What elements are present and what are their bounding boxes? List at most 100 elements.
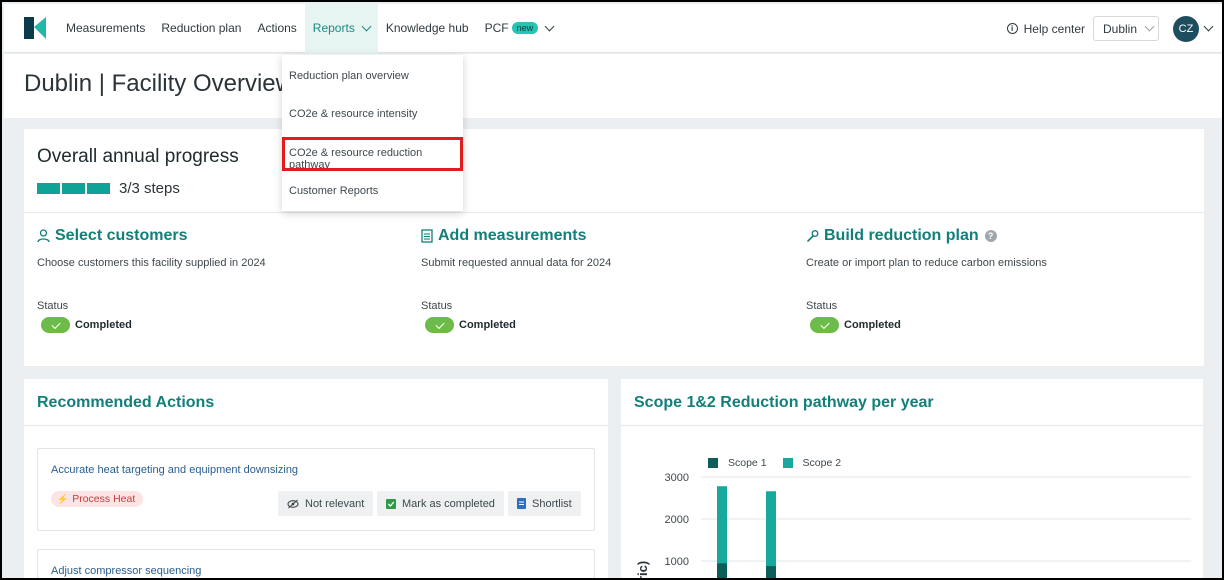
- document-icon: [421, 229, 433, 243]
- chevron-down-icon: [361, 21, 372, 31]
- button-label: Mark as completed: [402, 497, 495, 510]
- task-title[interactable]: Build reduction plan ?: [806, 227, 1176, 245]
- reduction-pathway-card: Scope 1&2 Reduction pathway per year Sco…: [621, 379, 1203, 580]
- task-add-measurements: Add measurements Submit requested annual…: [421, 227, 791, 333]
- y-tick-label: 2000: [665, 514, 689, 526]
- nav-knowledge-hub[interactable]: Knowledge hub: [378, 4, 477, 53]
- nav-measurements[interactable]: Measurements: [58, 4, 153, 53]
- chevron-down-icon[interactable]: [1203, 21, 1214, 32]
- tag-label: Process Heat: [72, 493, 136, 505]
- step-segment: [62, 183, 85, 194]
- task-select-customers: Select customers Choose customers this f…: [37, 227, 407, 333]
- page-title: Dublin | Facility Overview: [24, 70, 293, 97]
- task-description: Create or import plan to reduce carbon e…: [806, 257, 1047, 269]
- nav-right: i Help center Dublin CZ: [1006, 4, 1214, 53]
- nav-actions[interactable]: Actions: [249, 4, 304, 53]
- steps-label: 3/3 steps: [119, 180, 180, 197]
- help-center-link[interactable]: i Help center: [1006, 21, 1085, 36]
- legend-swatch-scope-1: [708, 458, 718, 468]
- legend-label-scope-1: Scope 1: [728, 457, 767, 469]
- status-label: Status: [806, 300, 838, 312]
- page-header: Dublin | Facility Overview: [4, 54, 1222, 118]
- bar-scope-1: [717, 563, 727, 578]
- reduction-pathway-chart: 1000 2000 3000 ric): [635, 472, 1191, 580]
- y-axis-label: ric): [635, 561, 650, 580]
- chart-legend: Scope 1 Scope 2: [708, 457, 857, 469]
- chevron-down-icon: [544, 21, 555, 31]
- process-heat-tag: ⚡ Process Heat: [51, 491, 144, 507]
- facility-select-value: Dublin: [1103, 21, 1138, 36]
- checkbox-icon: [386, 498, 396, 509]
- y-tick-label: 3000: [665, 472, 689, 484]
- status-badge: Completed: [37, 317, 132, 333]
- status-label: Status: [37, 300, 69, 312]
- bolt-icon: ⚡: [57, 493, 69, 504]
- status-label: Status: [421, 300, 453, 312]
- status-text: Completed: [75, 319, 132, 331]
- task-build-reduction-plan: Build reduction plan ? Create or import …: [806, 227, 1176, 333]
- highlight-box: [282, 137, 463, 171]
- task-title[interactable]: Add measurements: [421, 227, 791, 245]
- reports-dropdown-menu: Reduction plan overview CO2e & resource …: [282, 55, 463, 211]
- check-icon: [425, 317, 454, 333]
- shortlist-button[interactable]: Shortlist: [508, 491, 581, 516]
- bar-scope-2: [766, 491, 776, 567]
- not-relevant-button[interactable]: Not relevant: [278, 491, 374, 516]
- avatar[interactable]: CZ: [1173, 15, 1199, 42]
- top-nav: Measurements Reduction plan Actions Repo…: [4, 3, 1222, 53]
- help-icon[interactable]: ?: [984, 230, 997, 242]
- action-title-link[interactable]: Accurate heat targeting and equipment do…: [51, 464, 298, 476]
- nav-label: Knowledge hub: [385, 21, 469, 35]
- wrench-icon: [807, 230, 819, 242]
- nav-label: Reduction plan: [161, 21, 242, 35]
- task-title-label: Select customers: [55, 227, 188, 244]
- menu-item-reduction-plan-overview[interactable]: Reduction plan overview: [289, 70, 409, 82]
- check-icon: [810, 317, 839, 333]
- divider: [24, 425, 608, 426]
- new-badge: new: [511, 22, 539, 34]
- step-segment: [87, 183, 110, 194]
- button-label: Not relevant: [305, 497, 365, 510]
- recommended-actions-card: Recommended Actions Accurate heat target…: [24, 379, 608, 578]
- legend-label-scope-2: Scope 2: [802, 457, 842, 469]
- status-badge: Completed: [421, 317, 516, 333]
- y-tick-label: 1000: [665, 556, 689, 568]
- progress-title: Overall annual progress: [37, 146, 239, 167]
- nav-pcf[interactable]: PCF new: [477, 4, 562, 53]
- legend-swatch-scope-2: [782, 458, 793, 468]
- nav-label: PCF: [484, 21, 509, 35]
- nav-reports[interactable]: Reports: [304, 3, 378, 53]
- status-text: Completed: [459, 319, 516, 331]
- chart-title: Scope 1&2 Reduction pathway per year: [634, 394, 934, 411]
- menu-item-co2e-resource-intensity[interactable]: CO2e & resource intensity: [289, 108, 417, 120]
- mark-as-completed-button[interactable]: Mark as completed: [377, 491, 504, 516]
- status-badge: Completed: [806, 317, 901, 333]
- help-label: Help center: [1023, 21, 1085, 36]
- task-description: Submit requested annual data for 2024: [421, 257, 612, 269]
- bookmark-icon: [517, 498, 526, 509]
- nav-label: Measurements: [66, 21, 146, 35]
- app-window: Measurements Reduction plan Actions Repo…: [0, 0, 1224, 580]
- task-description: Choose customers this facility supplied …: [37, 257, 266, 269]
- user-icon: [37, 229, 50, 243]
- nav-reduction-plan[interactable]: Reduction plan: [153, 4, 249, 53]
- divider: [24, 212, 1204, 213]
- nav-label: Actions: [257, 21, 297, 35]
- brand-logo-icon[interactable]: [22, 15, 48, 41]
- chevron-down-icon: [1144, 21, 1155, 32]
- recommended-actions-title: Recommended Actions: [37, 394, 215, 411]
- action-item: Accurate heat targeting and equipment do…: [37, 448, 595, 531]
- facility-select[interactable]: Dublin: [1093, 16, 1159, 41]
- task-title-label: Add measurements: [438, 227, 587, 244]
- info-icon: i: [1006, 23, 1018, 34]
- eye-slash-icon: [287, 499, 299, 509]
- menu-item-customer-reports[interactable]: Customer Reports: [289, 185, 378, 197]
- task-title[interactable]: Select customers: [37, 227, 407, 245]
- step-segment: [37, 183, 60, 194]
- divider: [621, 425, 1203, 426]
- action-item: Adjust compressor sequencing: [37, 549, 595, 578]
- task-title-label: Build reduction plan: [824, 227, 979, 244]
- bar-scope-2: [717, 486, 727, 564]
- check-icon: [41, 317, 70, 333]
- action-title-link[interactable]: Adjust compressor sequencing: [51, 565, 201, 577]
